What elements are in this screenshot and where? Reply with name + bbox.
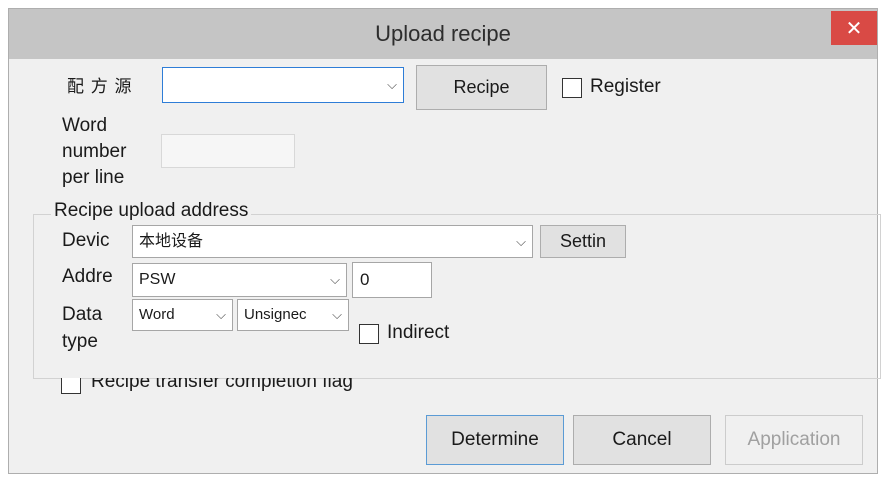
completion-flag-checkbox[interactable] bbox=[61, 378, 81, 394]
settings-button[interactable]: Settin bbox=[540, 225, 626, 258]
close-icon: ✕ bbox=[845, 17, 863, 40]
word-number-label-line3: per line bbox=[62, 167, 125, 188]
determine-button-label: Determine bbox=[451, 429, 539, 450]
settings-button-label: Settin bbox=[559, 231, 607, 251]
address-offset-input[interactable]: 0 bbox=[352, 262, 432, 298]
dialog-title: Upload recipe bbox=[375, 21, 511, 46]
register-checkbox[interactable] bbox=[562, 78, 582, 98]
address-type-value: PSW bbox=[139, 271, 176, 288]
address-offset-value: 0 bbox=[360, 270, 370, 289]
device-value: 本地设备 bbox=[139, 233, 204, 250]
address-label: Addre bbox=[62, 266, 113, 287]
chevron-down-icon: ⌵ bbox=[387, 77, 397, 92]
chevron-down-icon: ⌵ bbox=[332, 307, 342, 322]
completion-flag-label: Recipe transfer completion flag bbox=[91, 378, 353, 392]
sign-type-combo[interactable]: Unsignec ⌵ bbox=[237, 299, 349, 331]
indirect-checkbox[interactable] bbox=[359, 324, 379, 344]
recipe-source-label: 配 方 源 bbox=[67, 77, 133, 96]
close-button[interactable]: ✕ bbox=[831, 11, 877, 45]
recipe-button-label: Recipe bbox=[453, 77, 510, 97]
application-button[interactable]: Application bbox=[725, 415, 863, 465]
device-combo[interactable]: 本地设备 ⌵ bbox=[132, 225, 533, 258]
word-number-field[interactable] bbox=[161, 134, 295, 168]
word-number-label-line1: Word bbox=[62, 115, 108, 136]
address-type-combo[interactable]: PSW ⌵ bbox=[132, 263, 347, 297]
data-type-label-line2: type bbox=[62, 331, 98, 352]
indirect-label: Indirect bbox=[387, 322, 450, 343]
recipe-button[interactable]: Recipe bbox=[416, 65, 547, 110]
recipe-source-combo[interactable]: ⌵ bbox=[162, 67, 404, 103]
data-type-value: Word bbox=[139, 306, 175, 323]
determine-button[interactable]: Determine bbox=[426, 415, 564, 465]
chevron-down-icon: ⌵ bbox=[216, 307, 226, 322]
group-title: Recipe upload address bbox=[51, 199, 252, 223]
chevron-down-icon: ⌵ bbox=[516, 234, 526, 249]
device-label: Devic bbox=[62, 230, 110, 251]
word-number-label-line2: number bbox=[62, 141, 127, 162]
register-label: Register bbox=[590, 76, 661, 97]
data-type-label-line1: Data bbox=[62, 304, 103, 325]
sign-type-value: Unsignec bbox=[244, 306, 307, 323]
cancel-button[interactable]: Cancel bbox=[573, 415, 711, 465]
application-button-label: Application bbox=[747, 429, 841, 450]
completion-flag-clip: Recipe transfer completion flag bbox=[49, 378, 569, 395]
upload-recipe-dialog: Upload recipe ✕ 配 方 源 ⌵ Recipe Register … bbox=[8, 8, 881, 474]
cancel-button-label: Cancel bbox=[612, 429, 672, 450]
chevron-down-icon: ⌵ bbox=[330, 272, 340, 287]
data-type-combo[interactable]: Word ⌵ bbox=[132, 299, 233, 331]
